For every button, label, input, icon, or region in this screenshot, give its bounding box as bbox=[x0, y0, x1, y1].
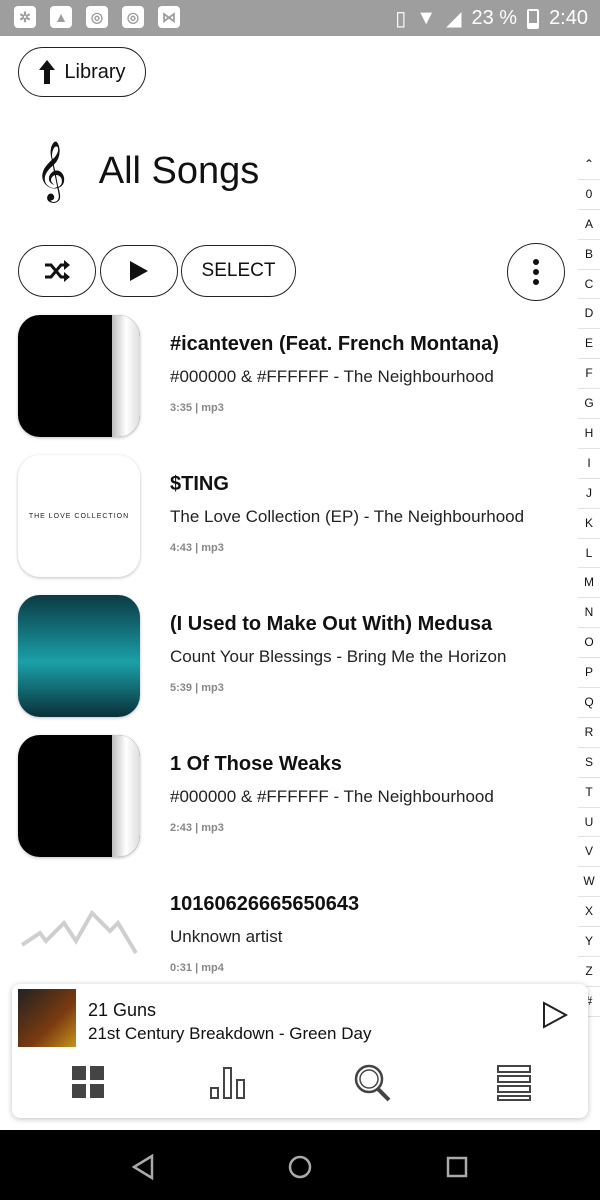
album-art-placeholder bbox=[18, 875, 140, 997]
song-meta: 5:39 | mp3 bbox=[170, 682, 224, 694]
alpha-item[interactable]: G bbox=[578, 389, 600, 420]
shuffle-icon bbox=[45, 260, 70, 282]
alpha-item[interactable]: M bbox=[578, 568, 600, 599]
song-subtitle: Unknown artist bbox=[170, 927, 283, 946]
scroll-top-icon[interactable]: ⌃ bbox=[578, 150, 600, 180]
alpha-item[interactable]: P bbox=[578, 658, 600, 689]
song-title: $TING bbox=[170, 473, 229, 495]
back-icon[interactable] bbox=[128, 1152, 158, 1182]
wifi-icon: ▼ bbox=[416, 7, 437, 29]
more-vertical-icon bbox=[533, 259, 539, 285]
song-meta: 4:43 | mp3 bbox=[170, 542, 224, 554]
alpha-item[interactable]: X bbox=[578, 897, 600, 928]
page-title: All Songs bbox=[98, 149, 260, 192]
battery-icon bbox=[527, 8, 540, 29]
bottom-tabs bbox=[12, 1062, 588, 1112]
library-button[interactable]: Library bbox=[18, 47, 146, 97]
song-title: #icanteven (Feat. French Montana) bbox=[170, 333, 499, 355]
alpha-item[interactable]: E bbox=[578, 329, 600, 360]
search-icon[interactable] bbox=[352, 1062, 392, 1102]
song-row[interactable]: #icanteven (Feat. French Montana) #00000… bbox=[0, 315, 575, 455]
alpha-item[interactable]: Y bbox=[578, 927, 600, 958]
song-meta: 2:43 | mp3 bbox=[170, 822, 224, 834]
home-icon[interactable] bbox=[285, 1152, 315, 1182]
play-icon bbox=[130, 261, 148, 281]
alpha-item[interactable]: O bbox=[578, 628, 600, 659]
battery-text: 23 % bbox=[471, 7, 518, 29]
alpha-item[interactable]: I bbox=[578, 449, 600, 479]
alpha-item[interactable]: H bbox=[578, 419, 600, 449]
bars-icon[interactable] bbox=[208, 1062, 248, 1102]
treble-clef-icon: 𝄞 bbox=[36, 141, 67, 201]
alpha-item[interactable]: W bbox=[578, 867, 600, 898]
shuffle-button[interactable] bbox=[18, 245, 96, 297]
now-playing-art bbox=[18, 989, 76, 1047]
song-title: (I Used to Make Out With) Medusa bbox=[170, 613, 493, 635]
song-title: 10160626665650643 bbox=[170, 893, 360, 915]
album-art bbox=[18, 735, 140, 857]
alpha-item[interactable]: J bbox=[578, 479, 600, 509]
alpha-item[interactable]: D bbox=[578, 299, 600, 330]
vibrate-icon: ▯ bbox=[395, 8, 407, 30]
song-subtitle: The Love Collection (EP) - The Neighbour… bbox=[170, 507, 525, 526]
album-art-text: THE LOVE COLLECTION bbox=[28, 512, 130, 520]
now-playing-card[interactable]: 21 Guns 21st Century Breakdown - Green D… bbox=[12, 984, 588, 1118]
select-button[interactable]: SELECT bbox=[181, 245, 296, 297]
song-row[interactable]: THE LOVE COLLECTION $TING The Love Colle… bbox=[0, 455, 575, 595]
status-bar: ✲ ▲ ◎ ◎ ⋈ ▯ ▼ ◢ 23 % 2:40 bbox=[0, 0, 600, 36]
alpha-item[interactable]: N bbox=[578, 598, 600, 629]
play-all-button[interactable] bbox=[100, 245, 178, 297]
song-meta: 0:31 | mp4 bbox=[170, 962, 224, 974]
play-button[interactable] bbox=[540, 1000, 570, 1030]
song-row[interactable]: (I Used to Make Out With) Medusa Count Y… bbox=[0, 595, 575, 735]
more-options-button[interactable] bbox=[507, 243, 565, 301]
notification-icons: ✲ ▲ ◎ ◎ ⋈ bbox=[14, 6, 180, 28]
song-list: #icanteven (Feat. French Montana) #00000… bbox=[0, 315, 575, 1015]
alpha-item[interactable]: R bbox=[578, 718, 600, 748]
album-art bbox=[18, 315, 140, 437]
list-icon[interactable] bbox=[494, 1062, 534, 1102]
alpha-item[interactable]: U bbox=[578, 808, 600, 838]
alpha-item[interactable]: B bbox=[578, 240, 600, 270]
navigation-bar bbox=[0, 1130, 600, 1200]
app-icon: ⋈ bbox=[158, 6, 180, 28]
alpha-item[interactable]: S bbox=[578, 748, 600, 778]
grid-icon[interactable] bbox=[68, 1062, 108, 1102]
library-label: Library bbox=[64, 60, 126, 83]
song-subtitle: #000000 & #FFFFFF - The Neighbourhood bbox=[170, 787, 494, 806]
alpha-item[interactable]: C bbox=[578, 270, 600, 300]
waveform-icon bbox=[20, 909, 138, 955]
song-subtitle: #000000 & #FFFFFF - The Neighbourhood bbox=[170, 367, 494, 386]
now-playing-subtitle: 21st Century Breakdown - Green Day bbox=[88, 1024, 372, 1043]
instagram-icon: ◎ bbox=[122, 6, 144, 28]
instagram-icon: ◎ bbox=[86, 6, 108, 28]
alphabet-index[interactable]: ⌃ 0 A B C D E F G H I J K L M N O P Q R … bbox=[578, 150, 600, 1017]
song-row[interactable]: 1 Of Those Weaks #000000 & #FFFFFF - The… bbox=[0, 735, 575, 875]
recents-icon[interactable] bbox=[442, 1152, 472, 1182]
alpha-item[interactable]: K bbox=[578, 509, 600, 539]
now-playing-title: 21 Guns bbox=[88, 1000, 157, 1020]
page-header: 𝄞 All Songs bbox=[36, 145, 259, 197]
song-subtitle: Count Your Blessings - Bring Me the Hori… bbox=[170, 647, 507, 666]
alpha-item[interactable]: Z bbox=[578, 957, 600, 987]
settings-icon: ✲ bbox=[14, 6, 36, 28]
alpha-item[interactable]: 0 bbox=[578, 180, 600, 210]
alpha-item[interactable]: F bbox=[578, 359, 600, 390]
song-title: 1 Of Those Weaks bbox=[170, 753, 342, 775]
alpha-item[interactable]: V bbox=[578, 837, 600, 868]
alpha-item[interactable]: L bbox=[578, 539, 600, 569]
arrow-up-icon bbox=[39, 60, 56, 84]
gallery-icon: ▲ bbox=[50, 6, 72, 28]
song-meta: 3:35 | mp3 bbox=[170, 402, 224, 414]
album-art: THE LOVE COLLECTION bbox=[18, 455, 140, 577]
signal-icon: ◢ bbox=[446, 8, 462, 30]
alpha-item[interactable]: Q bbox=[578, 688, 600, 718]
album-art bbox=[18, 595, 140, 717]
alpha-item[interactable]: T bbox=[578, 778, 600, 808]
alpha-item[interactable]: A bbox=[578, 210, 600, 240]
clock: 2:40 bbox=[549, 7, 588, 29]
